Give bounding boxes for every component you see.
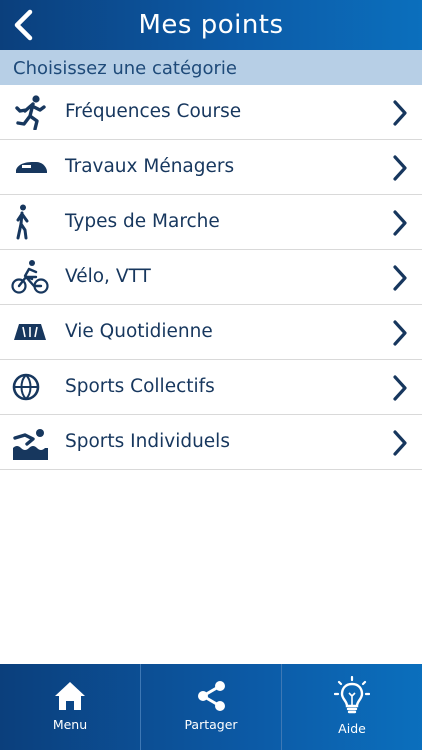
help-label: Aide — [338, 721, 366, 736]
lightbulb-icon — [334, 676, 370, 714]
category-label: Vélo, VTT — [65, 266, 151, 287]
menu-label: Menu — [52, 717, 88, 732]
app-header: Mes points — [0, 0, 422, 50]
category-label: Sports Collectifs — [65, 376, 215, 397]
chevron-right-icon — [393, 375, 407, 401]
category-label: Vie Quotidienne — [65, 321, 213, 342]
home-icon — [55, 682, 85, 710]
category-prompt-bar: Choisissez une catégorie — [0, 50, 422, 85]
category-label: Sports Individuels — [65, 431, 230, 452]
category-item-individual-sports[interactable]: Sports Individuels — [0, 415, 422, 470]
category-item-housework[interactable]: Travaux Ménagers — [0, 140, 422, 195]
walking-icon — [11, 204, 49, 240]
menu-tab[interactable]: Menu — [0, 664, 141, 750]
category-label: Travaux Ménagers — [65, 156, 235, 177]
category-item-daily-life[interactable]: Vie Quotidienne — [0, 305, 422, 360]
category-item-running[interactable]: Fréquences Course — [0, 85, 422, 140]
page-title: Mes points — [138, 10, 284, 40]
chevron-right-icon — [393, 430, 407, 456]
category-label: Types de Marche — [65, 211, 220, 232]
share-icon — [198, 681, 225, 711]
category-prompt: Choisissez une catégorie — [13, 58, 237, 79]
chevron-right-icon — [393, 100, 407, 126]
iron-icon — [11, 149, 49, 185]
ball-icon — [11, 369, 49, 405]
category-item-cycling[interactable]: Vélo, VTT — [0, 250, 422, 305]
running-icon — [11, 94, 49, 131]
share-label: Partager — [184, 717, 238, 732]
cycling-icon — [11, 259, 49, 295]
bottom-navigation: Menu Partager Aide — [0, 664, 422, 750]
swimming-icon — [11, 424, 49, 460]
chevron-right-icon — [393, 210, 407, 236]
help-tab[interactable]: Aide — [282, 664, 422, 750]
category-item-team-sports[interactable]: Sports Collectifs — [0, 360, 422, 415]
daily-life-icon — [11, 314, 49, 350]
share-tab[interactable]: Partager — [141, 664, 282, 750]
category-label: Fréquences Course — [65, 101, 242, 122]
category-list: Fréquences Course Travaux Ménagers Types… — [0, 85, 422, 470]
chevron-right-icon — [393, 155, 407, 181]
category-item-walking[interactable]: Types de Marche — [0, 195, 422, 250]
chevron-right-icon — [393, 265, 407, 291]
chevron-right-icon — [393, 320, 407, 346]
